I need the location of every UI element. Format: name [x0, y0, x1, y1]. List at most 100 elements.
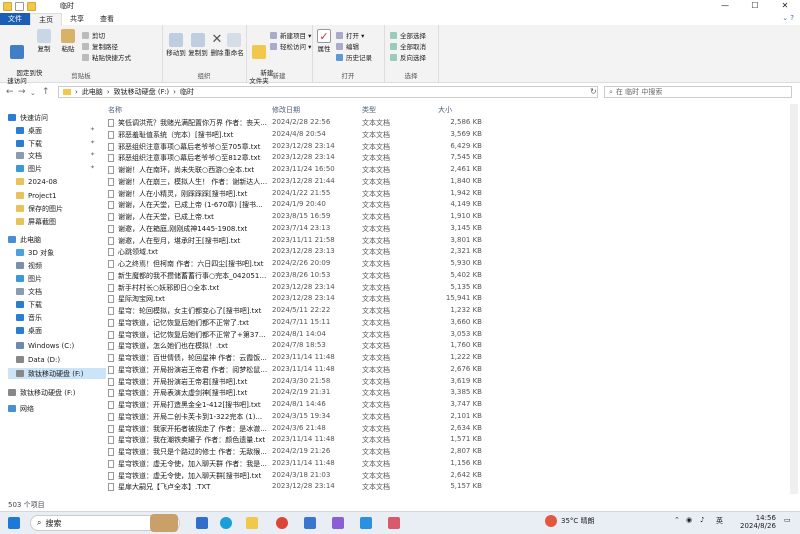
back-arrow-icon[interactable]: ← — [6, 87, 14, 97]
nav-item[interactable]: 文档 — [16, 150, 42, 161]
file-row[interactable]: 星穹铁道：我只是个路过的修士 作者：无敌猴... 2024/2/19 21:26 文… — [108, 446, 488, 458]
notification-icon[interactable]: ▭ — [784, 516, 791, 524]
file-row[interactable]: 星际淘宝网.txt 2023/12/28 23:14 文本文档 15,941 KB — [108, 293, 488, 305]
file-row[interactable]: 星穹铁道：虚无令使，加入聊天群[搜书吧].txt 2024/3/18 21:03 文… — [108, 470, 488, 482]
file-row[interactable]: 谢谢！人在小精灵，刚踩踩踩[搜书吧].txt 2024/1/22 21:55 文本文… — [108, 188, 488, 200]
file-row[interactable]: 星穹铁道：开局二创卡芙卡到1-322完本 (1)... 2024/3/15 19:… — [108, 411, 488, 423]
file-row[interactable]: 星穹铁道：我在潮铁卖罐子 作者：颜色遗量.txt 2023/11/14 11:48… — [108, 434, 488, 446]
file-row[interactable]: 笑低调洪荒？我赌光满配置你万界 作者：丧天... 2024/2/28 22:56 文… — [108, 117, 488, 129]
search-input[interactable]: ⌕ 在 临时 中搜索 — [604, 86, 792, 98]
column-name[interactable]: 名称 — [108, 105, 122, 115]
search-highlight-image-icon[interactable] — [150, 514, 178, 532]
nav-item[interactable]: 图片 — [16, 273, 42, 284]
file-row[interactable]: 星穹铁道：开局打造黑金全1-412[搜书吧].txt 2024/8/1 14:46… — [108, 399, 488, 411]
file-row[interactable]: 谢谢，人在天堂，已成上帝.txt 2023/8/15 16:59 文本文档 1,910… — [108, 211, 488, 223]
file-row[interactable]: 星穹铁道，怎么她们也在模拟！.txt 2024/7/8 18:53 文本文档 1,76… — [108, 340, 488, 352]
tab-share[interactable]: 共享 — [62, 13, 92, 25]
weather-text[interactable]: 35°C 晴朗 — [561, 516, 595, 526]
up-arrow-icon[interactable]: ↑ — [42, 87, 50, 97]
breadcrumb-this-pc[interactable]: 此电脑 — [82, 87, 103, 97]
copy-path-button[interactable]: 复制路径 — [82, 41, 118, 51]
start-windows-icon[interactable] — [8, 517, 20, 529]
file-row[interactable]: 新手村村长○妖邪即日○全本.txt 2023/12/28 23:14 文本文档 5,1… — [108, 282, 488, 294]
delete-button[interactable]: ✕ 删除 — [210, 33, 224, 58]
vertical-scrollbar[interactable] — [790, 104, 798, 494]
nav-item[interactable]: 图片 — [16, 163, 42, 174]
address-bar[interactable]: › 此电脑 › 致钛移动硬盘 (F:) › 临时 — [58, 86, 598, 98]
chrome-icon[interactable] — [276, 517, 288, 529]
nav-item[interactable]: 桌面 — [16, 125, 42, 136]
invert-selection-button[interactable]: 反向选择 — [390, 52, 426, 62]
file-row[interactable]: 邪恶羞耻值系统（完本）[搜书吧].txt 2024/4/8 20:54 文本文档 3,… — [108, 129, 488, 141]
breadcrumb-drive[interactable]: 致钛移动硬盘 (F:) — [114, 87, 170, 97]
file-row[interactable]: 星穹铁道，记忆恢复后她们都不正常了+第373... 2024/8/1 14:04 文… — [108, 329, 488, 341]
help-icon[interactable]: ⌄ ? — [782, 14, 794, 22]
tab-view[interactable]: 查看 — [92, 13, 122, 25]
cut-button[interactable]: 剪切 — [82, 30, 105, 40]
nav-item[interactable]: 屏幕截图 — [16, 216, 56, 227]
file-row[interactable]: 心之终焉！但柯南 作者：六日四尘[搜书吧].txt 2024/2/26 20:09… — [108, 258, 488, 270]
properties-icon[interactable] — [15, 2, 24, 11]
nav-item[interactable]: 快速访问 — [8, 112, 48, 123]
file-row[interactable]: 星穹铁道：虚无令使，加入聊天群 作者：我是... 2023/11/14 11:48… — [108, 458, 488, 470]
file-row[interactable]: 心跳领域.txt 2023/12/28 23:13 文本文档 2,321 KB — [108, 246, 488, 258]
paste-button[interactable]: 粘贴 — [58, 29, 78, 53]
edit-button[interactable]: 编辑 — [336, 41, 359, 51]
recent-locations-chevron-icon[interactable]: ⌄ — [30, 89, 36, 97]
file-row[interactable]: 星穹：轮回模拟，女主们都变心了[搜书吧].txt 2024/5/11 22:22 文… — [108, 305, 488, 317]
file-row[interactable]: 新生魔都的我不攒储蓄蓄行事○完本_042051.txt 2023/8/26 10:… — [108, 270, 488, 282]
properties-button[interactable]: ✓ 属性 — [316, 29, 332, 53]
weather-sun-icon[interactable] — [545, 515, 557, 527]
clock[interactable]: 14:56 2024/8/26 — [740, 514, 776, 530]
copy-to-button[interactable]: 复制到 — [188, 33, 208, 57]
nav-item[interactable]: 致钛移动硬盘 (F:) — [8, 387, 76, 398]
new-item-button[interactable]: 新建项目 ▾ — [270, 30, 311, 40]
nav-item[interactable]: 文档 — [16, 286, 42, 297]
network-icon[interactable]: ◉ — [686, 516, 692, 524]
nav-item[interactable]: 2024-08 — [16, 176, 57, 187]
paste-shortcut-button[interactable]: 粘贴快捷方式 — [82, 52, 131, 62]
file-row[interactable]: 谢谢！人在崩三，模拟人生！ 作者：谢新达人 ... 2023/12/28 21:4… — [108, 176, 488, 188]
file-row[interactable]: 星穹铁道：开局扮演岩王帝君[搜书吧].txt 2024/3/30 21:58 文本文… — [108, 376, 488, 388]
select-all-button[interactable]: 全部选择 — [390, 30, 426, 40]
file-row[interactable]: 谢谢，人在天堂，已成上帝 (1-670章) [搜书... 2024/1/9 20:… — [108, 199, 488, 211]
tab-file[interactable]: 文件 — [0, 13, 30, 25]
history-button[interactable]: 历史记录 — [336, 52, 372, 62]
file-row[interactable]: 谢谢！人在南环，尚未失联○西游○全本.txt 2023/11/24 16:50 文本… — [108, 164, 488, 176]
file-row[interactable]: 星穹铁道：百世情债，轮回星神 作者：云霞饭... 2023/11/14 11:48… — [108, 352, 488, 364]
move-to-button[interactable]: 移动到 — [166, 33, 186, 57]
file-row[interactable]: 邪恶组织注意事项○幕后老爷爷○至705章.txt 2023/12/28 23:14… — [108, 141, 488, 153]
file-row[interactable]: 谢邀，人在型月，堪承时王[搜书吧].txt 2023/11/11 21:58 文本文… — [108, 235, 488, 247]
open-button[interactable]: 打开 ▾ — [336, 30, 364, 40]
input-method[interactable]: 英 — [716, 516, 723, 526]
maximize-button[interactable]: ☐ — [740, 0, 770, 12]
column-size[interactable]: 大小 — [438, 105, 452, 115]
nav-item[interactable]: 网络 — [8, 403, 34, 414]
refresh-icon[interactable]: ↻ — [590, 87, 597, 96]
file-row[interactable]: 星扉大嗣兄【飞卢全本】.TXT 2023/12/28 23:14 文本文档 5,157… — [108, 481, 488, 493]
file-row[interactable]: 邪恶组织注意事项○幕后老爷爷○至812章.txt 2023/12/28 23:14… — [108, 152, 488, 164]
column-type[interactable]: 类型 — [362, 105, 376, 115]
task-view-icon[interactable] — [196, 517, 208, 529]
file-row[interactable]: 星穹铁道：我家开拓者被拐走了 作者：是冰澈... 2024/3/6 21:48 文本… — [108, 423, 488, 435]
tray-chevron-icon[interactable]: ⌃ — [674, 516, 680, 524]
mail-icon[interactable] — [304, 517, 316, 529]
nav-item[interactable]: 致钛移动硬盘 (F:) — [8, 368, 106, 379]
breadcrumb-current[interactable]: 临时 — [180, 87, 194, 97]
nav-item[interactable]: 音乐 — [16, 312, 42, 323]
edge-icon[interactable] — [220, 517, 232, 529]
rename-button[interactable]: 重命名 — [224, 33, 244, 57]
file-row[interactable]: 星穹铁道，记忆恢复后她们都不正常了.txt 2024/7/11 15:11 文本文档… — [108, 317, 488, 329]
file-row[interactable]: 星穹铁道：开局扮演岩王帝君 作者：阅梦松鼠t... 2023/11/14 11:4… — [108, 364, 488, 376]
easy-access-button[interactable]: 轻松访问 ▾ — [270, 41, 311, 51]
file-explorer-icon[interactable] — [246, 517, 258, 529]
tab-home[interactable]: 主页 — [30, 12, 62, 26]
file-row[interactable]: 星穹铁道：开局表演太虚剑神[搜书吧].txt 2024/2/19 21:31 文本文… — [108, 387, 488, 399]
nav-item[interactable]: Windows (C:) — [16, 340, 74, 351]
nav-item[interactable]: Data (D:) — [16, 354, 60, 365]
app-icon[interactable] — [360, 517, 372, 529]
nav-item[interactable]: 保存的图片 — [16, 203, 63, 214]
close-button[interactable]: ✕ — [770, 0, 800, 12]
image-app-icon[interactable] — [388, 517, 400, 529]
file-row[interactable]: 谢邀，人在箱庭,刚刚成神1445-1908.txt 2023/7/14 23:13… — [108, 223, 488, 235]
